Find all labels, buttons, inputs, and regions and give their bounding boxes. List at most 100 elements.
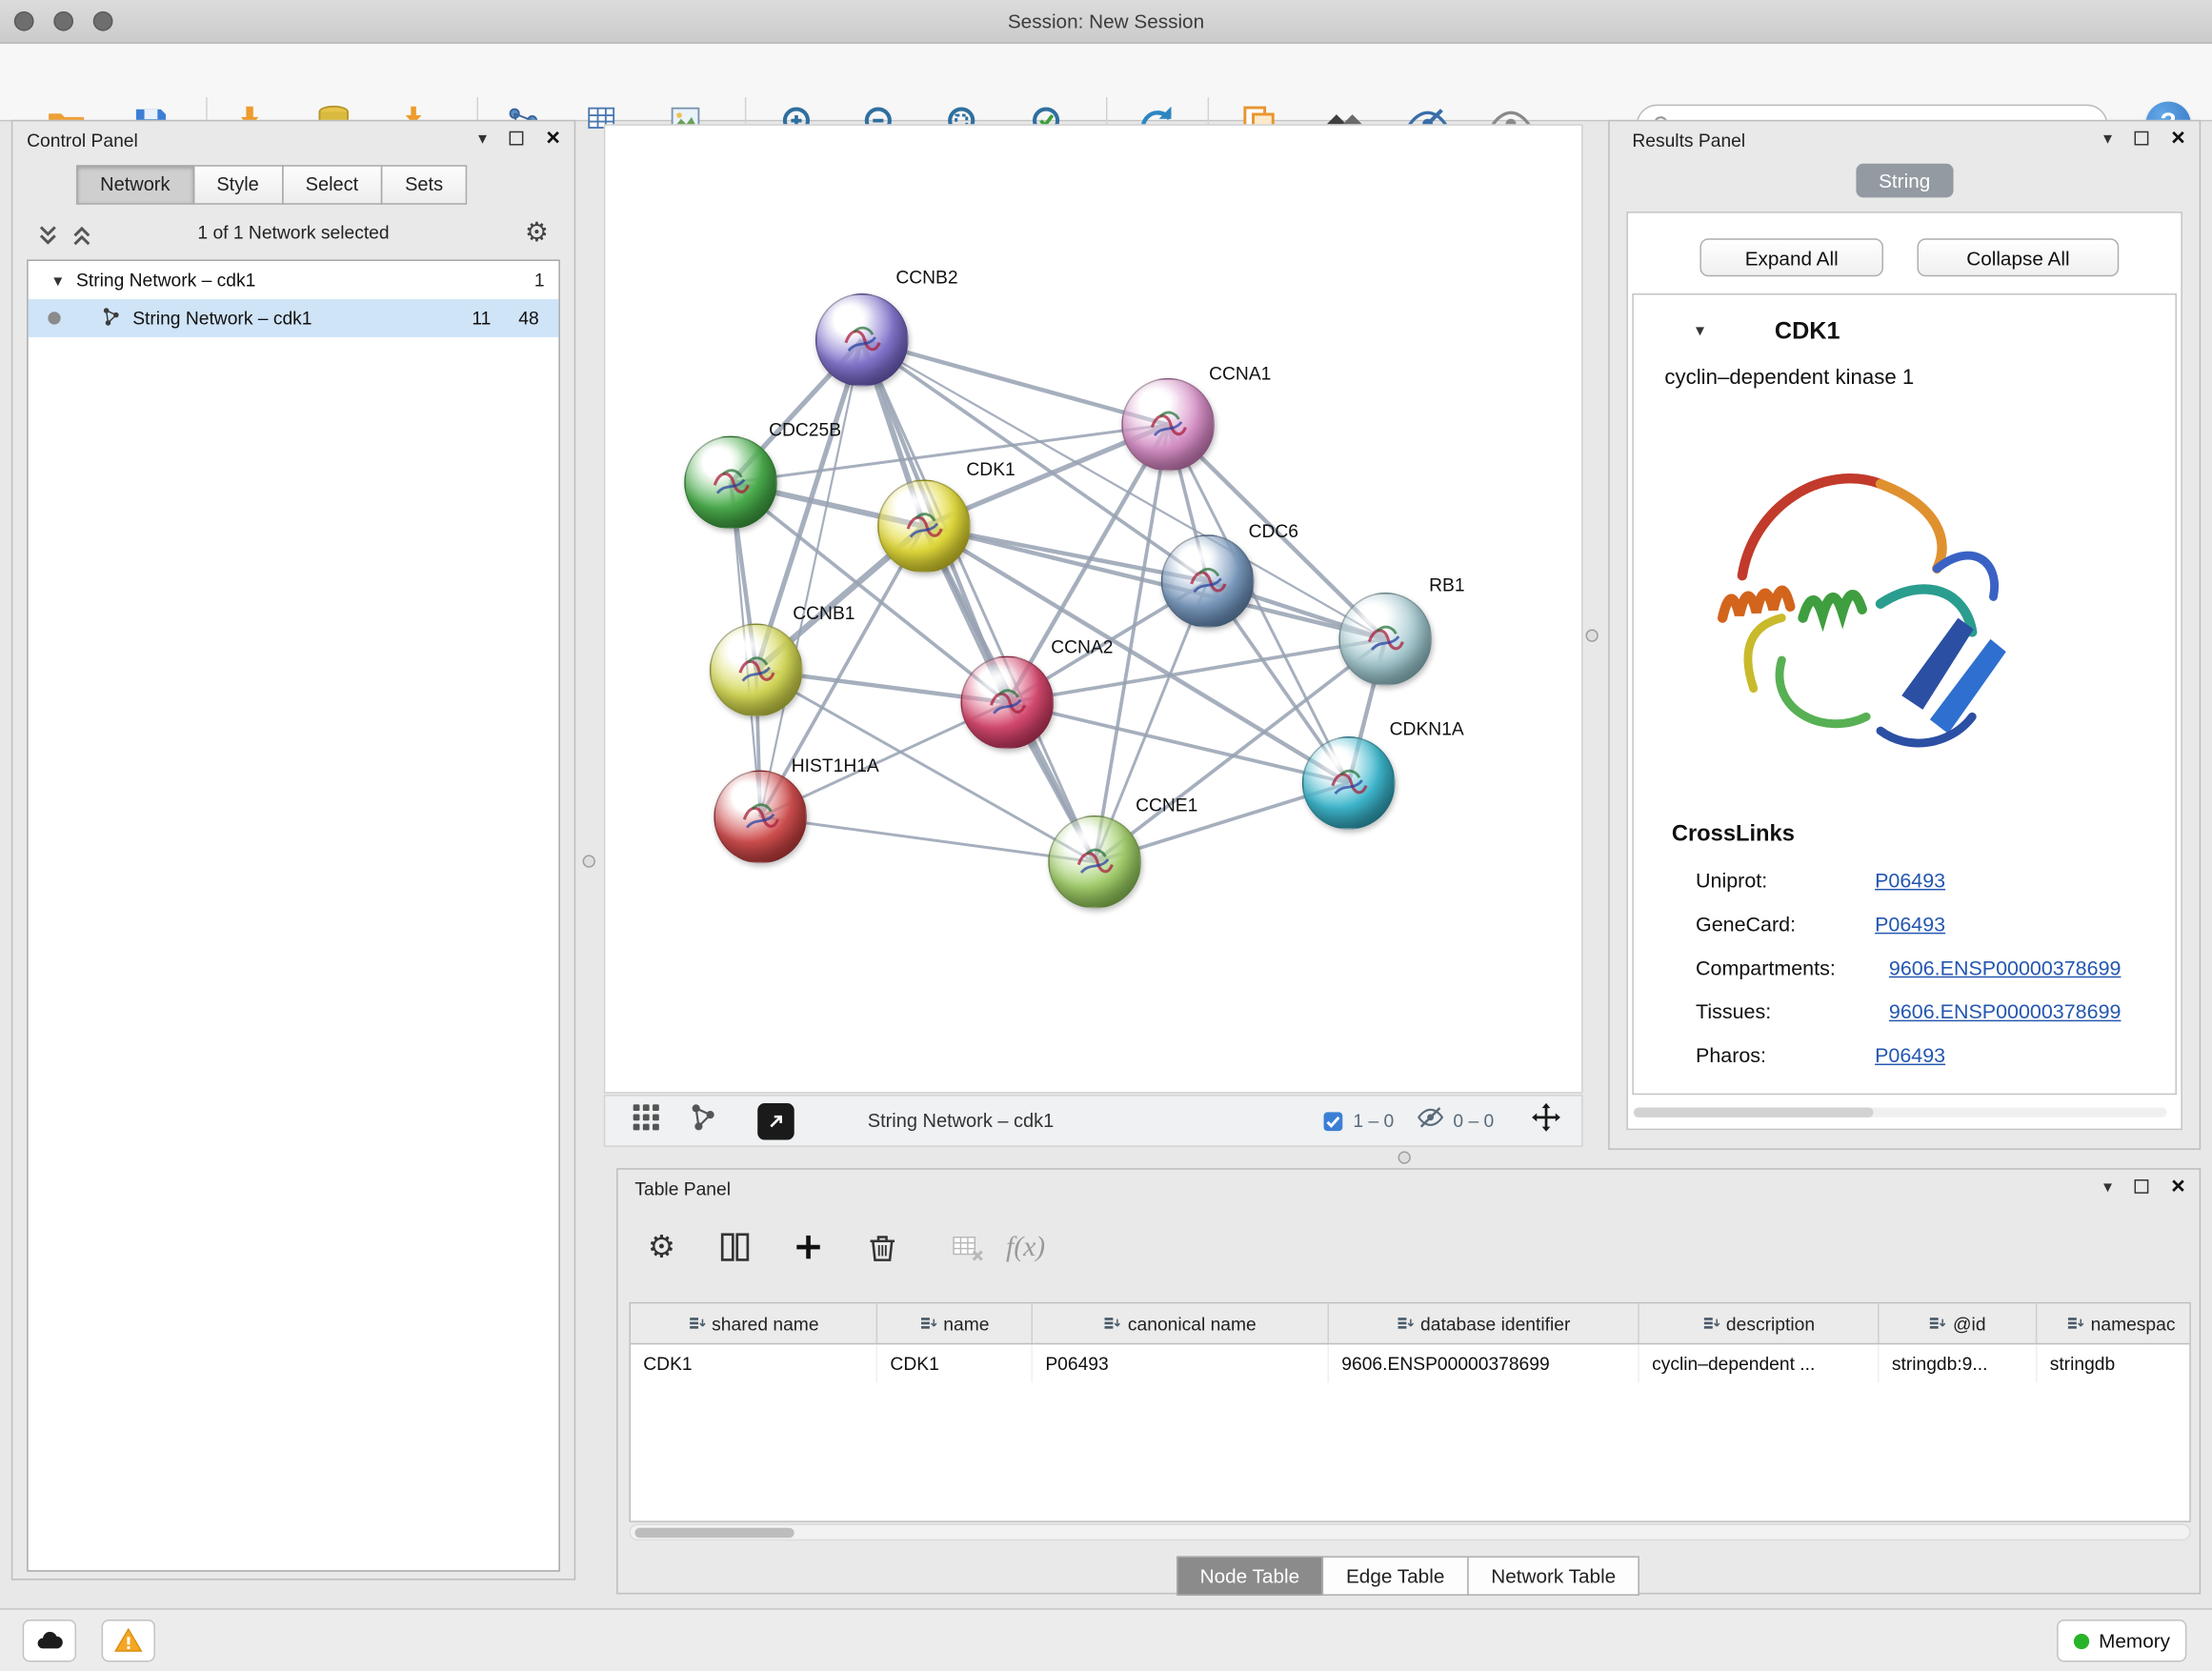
table-cell[interactable]: P06493 <box>1033 1344 1329 1382</box>
tree-expand-caret-icon[interactable]: ▾ <box>53 271 62 291</box>
node-label-ccnb2: CCNB2 <box>895 267 957 288</box>
network-node-cdc25b[interactable] <box>684 436 777 530</box>
open-in-window-button[interactable] <box>757 1102 794 1139</box>
selected-checkbox-icon[interactable] <box>1322 1110 1345 1133</box>
panel-close-icon[interactable]: × <box>546 131 560 146</box>
collapse-all-button[interactable]: Collapse All <box>1918 238 2120 276</box>
network-row-label: String Network – cdk1 <box>132 308 312 329</box>
crosslink-link[interactable]: P06493 <box>1875 1045 1945 1068</box>
network-node-cdkn1a[interactable] <box>1302 736 1396 830</box>
network-edge[interactable] <box>760 340 862 817</box>
table-cell[interactable]: cyclin–dependent ... <box>1639 1344 1880 1382</box>
network-options-gear-icon[interactable]: ⚙ <box>525 220 549 247</box>
column-header-name[interactable]: name <box>877 1303 1033 1342</box>
network-node-cdc6[interactable] <box>1161 534 1255 628</box>
network-edge[interactable] <box>1007 702 1348 782</box>
crosslink-row: Compartments: 9606.ENSP00000378699 <box>1696 958 2162 990</box>
create-column-plus-icon[interactable] <box>784 1223 832 1271</box>
control-panel-tabs: Network Style Select Sets <box>77 165 467 204</box>
tab-network[interactable]: Network <box>76 165 194 204</box>
column-header-label: database identifier <box>1420 1313 1570 1334</box>
delete-column-trash-icon[interactable] <box>857 1223 905 1271</box>
results-horizontal-scrollbar[interactable] <box>1634 1107 2167 1117</box>
column-header-namespac[interactable]: namespac <box>2037 1303 2190 1342</box>
panel-maximize-icon[interactable] <box>510 131 524 146</box>
column-header-description[interactable]: description <box>1639 1303 1880 1342</box>
horizontal-splitter-handle[interactable] <box>1398 1151 1411 1163</box>
network-share-icon[interactable] <box>687 1102 718 1140</box>
scrollbar-thumb[interactable] <box>1634 1107 1874 1117</box>
cloud-status-button[interactable] <box>23 1620 76 1661</box>
tab-edge-table[interactable]: Edge Table <box>1322 1556 1469 1595</box>
table-type-tabs: Node Table Edge Table Network Table <box>1177 1556 1639 1595</box>
panel-close-icon[interactable]: × <box>2171 1179 2185 1194</box>
panel-float-caret-icon[interactable]: ▾ <box>2103 1177 2112 1197</box>
node-label-cdc6: CDC6 <box>1249 520 1298 541</box>
table-horizontal-scrollbar[interactable] <box>629 1523 2190 1540</box>
tab-select[interactable]: Select <box>281 165 382 204</box>
column-header--id[interactable]: @id <box>1880 1303 2038 1342</box>
left-splitter-handle[interactable] <box>583 855 595 867</box>
column-header-canonical-name[interactable]: canonical name <box>1033 1303 1329 1342</box>
crosslink-link[interactable]: 9606.ENSP00000378699 <box>1889 958 2122 981</box>
table-cell[interactable]: 9606.ENSP00000378699 <box>1329 1344 1639 1382</box>
network-row-selected[interactable]: String Network – cdk1 11 48 <box>29 299 559 337</box>
selected-count: 1 – 0 <box>1353 1110 1394 1131</box>
table-toolbar: ⚙ f(x) <box>618 1215 2200 1279</box>
network-canvas[interactable]: CCNB2CCNA1CDC25BCDK1CDC6RB1CCNB1CCNA2CDK… <box>604 124 1583 1093</box>
warnings-button[interactable] <box>102 1620 155 1661</box>
show-columns-icon[interactable] <box>711 1223 758 1271</box>
network-node-ccna2[interactable] <box>960 656 1054 750</box>
network-edge[interactable] <box>760 816 1095 861</box>
column-header-shared-name[interactable]: shared name <box>631 1303 877 1342</box>
pan-move-icon[interactable] <box>1531 1102 1562 1140</box>
network-node-cdk1[interactable] <box>877 479 971 573</box>
network-node-rb1[interactable] <box>1338 593 1432 686</box>
tab-sets[interactable]: Sets <box>381 165 467 204</box>
hidden-count: 0 – 0 <box>1453 1110 1494 1131</box>
table-row[interactable]: CDK1CDK1P064939606.ENSP00000378699cyclin… <box>631 1344 2189 1382</box>
tab-node-table[interactable]: Node Table <box>1176 1556 1323 1595</box>
crosslinks-title: CrossLinks <box>1672 822 1795 848</box>
panel-float-caret-icon[interactable]: ▾ <box>478 129 487 149</box>
network-collection-label: String Network – cdk1 <box>76 270 255 291</box>
table-cell[interactable]: CDK1 <box>631 1344 877 1382</box>
table-cell[interactable]: stringdb:9... <box>1880 1344 2038 1382</box>
node-label-rb1: RB1 <box>1429 574 1464 595</box>
crosslink-link[interactable]: P06493 <box>1875 871 1945 894</box>
tab-style[interactable]: Style <box>192 165 283 204</box>
table-cell[interactable]: CDK1 <box>877 1344 1033 1382</box>
memory-status-dot <box>2073 1633 2088 1648</box>
column-header-database-identifier[interactable]: database identifier <box>1329 1303 1639 1342</box>
table-settings-gear-icon[interactable]: ⚙ <box>637 1223 685 1271</box>
results-panel-title: Results Panel <box>1632 130 1745 151</box>
network-node-ccne1[interactable] <box>1048 815 1141 909</box>
string-results-container: Expand All Collapse All ▾ CDK1 cyclin–de… <box>1626 211 2182 1130</box>
memory-button[interactable]: Memory <box>2057 1620 2186 1661</box>
tab-string[interactable]: String <box>1856 164 1953 198</box>
protein-collapse-caret-icon[interactable]: ▾ <box>1696 320 1704 340</box>
panel-maximize-icon[interactable] <box>2135 1179 2149 1194</box>
panel-close-icon[interactable]: × <box>2171 131 2185 146</box>
network-edge[interactable] <box>862 340 1095 862</box>
network-tree: ▾ String Network – cdk1 1 String Network… <box>27 259 560 1571</box>
panel-float-caret-icon[interactable]: ▾ <box>2103 129 2112 149</box>
crosslink-link[interactable]: 9606.ENSP00000378699 <box>1889 1001 2122 1024</box>
network-node-hist1h1a[interactable] <box>714 771 807 864</box>
protein-structure-image <box>1669 406 2036 801</box>
birds-eye-grid-icon[interactable] <box>631 1102 662 1140</box>
crosslink-row: Uniprot: P06493 <box>1696 871 2162 902</box>
tab-network-table[interactable]: Network Table <box>1467 1556 1639 1595</box>
right-splitter-handle[interactable] <box>1585 629 1598 641</box>
hidden-eye-slash-icon[interactable] <box>1417 1103 1445 1138</box>
panel-maximize-icon[interactable] <box>2135 131 2149 146</box>
crosslink-label: Pharos: <box>1696 1045 1766 1068</box>
network-collection-row[interactable]: ▾ String Network – cdk1 1 <box>29 261 559 299</box>
network-node-ccnb1[interactable] <box>710 624 803 717</box>
scrollbar-thumb[interactable] <box>634 1528 794 1538</box>
crosslink-link[interactable]: P06493 <box>1875 915 1945 937</box>
network-node-ccnb2[interactable] <box>815 293 909 387</box>
network-node-ccna1[interactable] <box>1121 378 1215 472</box>
expand-all-button[interactable]: Expand All <box>1699 238 1883 276</box>
table-cell[interactable]: stringdb <box>2037 1344 2190 1382</box>
